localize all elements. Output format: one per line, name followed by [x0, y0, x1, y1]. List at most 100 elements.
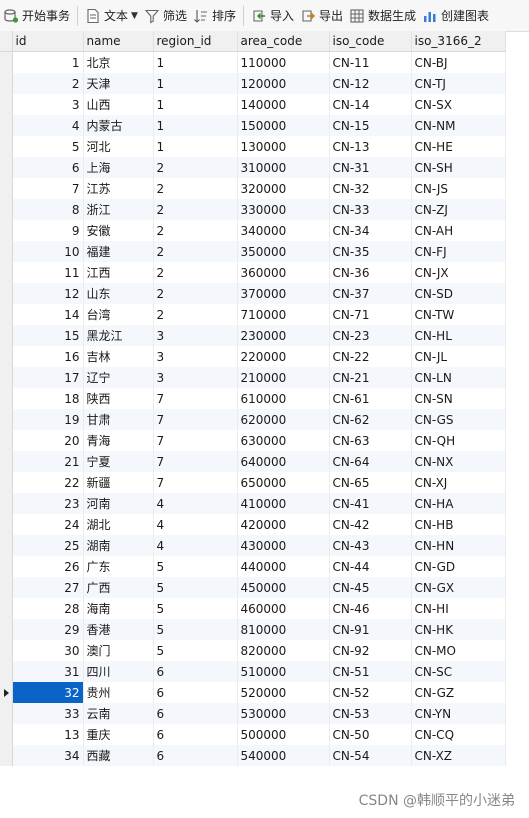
table-row[interactable]: 18 陕西 7 610000 CN-61 CN-SN — [0, 388, 506, 409]
cell-iso-3166-2[interactable]: CN-SX — [411, 94, 506, 115]
cell-id[interactable]: 31 — [12, 661, 84, 682]
row-indicator[interactable] — [0, 724, 13, 745]
cell-area-code[interactable]: 420000 — [237, 514, 330, 535]
cell-iso-3166-2[interactable]: CN-NX — [411, 451, 506, 472]
table-row[interactable]: 13 重庆 6 500000 CN-50 CN-CQ — [0, 724, 506, 745]
cell-id[interactable]: 23 — [12, 493, 84, 514]
cell-iso-3166-2[interactable]: CN-TJ — [411, 73, 506, 94]
cell-area-code[interactable]: 370000 — [237, 283, 330, 304]
cell-region-id[interactable]: 4 — [153, 514, 238, 535]
row-indicator[interactable] — [0, 241, 13, 262]
column-header-area-code[interactable]: area_code — [237, 31, 330, 52]
table-row[interactable]: 4 内蒙古 1 150000 CN-15 CN-NM — [0, 115, 506, 136]
cell-area-code[interactable]: 810000 — [237, 619, 330, 640]
row-indicator[interactable] — [0, 640, 13, 661]
cell-iso-code[interactable]: CN-42 — [329, 514, 412, 535]
cell-iso-3166-2[interactable]: CN-YN — [411, 703, 506, 724]
cell-name[interactable]: 澳门 — [83, 640, 154, 661]
row-indicator[interactable] — [0, 430, 13, 451]
cell-area-code[interactable]: 640000 — [237, 451, 330, 472]
table-row[interactable]: 21 宁夏 7 640000 CN-64 CN-NX — [0, 451, 506, 472]
cell-region-id[interactable]: 6 — [153, 661, 238, 682]
cell-id[interactable]: 28 — [12, 598, 84, 619]
cell-area-code[interactable]: 410000 — [237, 493, 330, 514]
cell-name[interactable]: 江西 — [83, 262, 154, 283]
cell-iso-3166-2[interactable]: CN-AH — [411, 220, 506, 241]
cell-iso-code[interactable]: CN-91 — [329, 619, 412, 640]
cell-id[interactable]: 17 — [12, 367, 84, 388]
table-row[interactable]: 15 黑龙江 3 230000 CN-23 CN-HL — [0, 325, 506, 346]
cell-iso-3166-2[interactable]: CN-HN — [411, 535, 506, 556]
cell-area-code[interactable]: 110000 — [237, 51, 330, 73]
cell-region-id[interactable]: 7 — [153, 388, 238, 409]
column-header-region-id[interactable]: region_id — [153, 31, 238, 52]
table-row[interactable]: 26 广东 5 440000 CN-44 CN-GD — [0, 556, 506, 577]
cell-iso-3166-2[interactable]: CN-HB — [411, 514, 506, 535]
cell-id[interactable]: 24 — [12, 514, 84, 535]
cell-region-id[interactable]: 5 — [153, 598, 238, 619]
cell-area-code[interactable]: 540000 — [237, 745, 330, 766]
sort-button[interactable]: 排序 — [190, 0, 239, 31]
cell-iso-code[interactable]: CN-50 — [329, 724, 412, 745]
cell-region-id[interactable]: 2 — [153, 178, 238, 199]
cell-name[interactable]: 云南 — [83, 703, 154, 724]
table-row[interactable]: 12 山东 2 370000 CN-37 CN-SD — [0, 283, 506, 304]
cell-iso-3166-2[interactable]: CN-JX — [411, 262, 506, 283]
column-header-name[interactable]: name — [83, 31, 154, 52]
cell-region-id[interactable]: 3 — [153, 325, 238, 346]
row-indicator[interactable] — [0, 535, 13, 556]
row-indicator[interactable] — [0, 94, 13, 115]
cell-id[interactable]: 10 — [12, 241, 84, 262]
cell-name[interactable]: 上海 — [83, 157, 154, 178]
cell-iso-code[interactable]: CN-43 — [329, 535, 412, 556]
cell-iso-3166-2[interactable]: CN-NM — [411, 115, 506, 136]
cell-area-code[interactable]: 130000 — [237, 136, 330, 157]
table-row[interactable]: 5 河北 1 130000 CN-13 CN-HE — [0, 136, 506, 157]
cell-name[interactable]: 青海 — [83, 430, 154, 451]
row-indicator[interactable] — [0, 178, 13, 199]
cell-region-id[interactable]: 1 — [153, 94, 238, 115]
cell-area-code[interactable]: 530000 — [237, 703, 330, 724]
cell-iso-3166-2[interactable]: CN-GD — [411, 556, 506, 577]
row-indicator[interactable] — [0, 556, 13, 577]
table-row[interactable]: 17 辽宁 3 210000 CN-21 CN-LN — [0, 367, 506, 388]
row-indicator[interactable] — [0, 451, 13, 472]
cell-name[interactable]: 香港 — [83, 619, 154, 640]
cell-iso-code[interactable]: CN-12 — [329, 73, 412, 94]
cell-area-code[interactable]: 320000 — [237, 178, 330, 199]
cell-region-id[interactable]: 1 — [153, 73, 238, 94]
cell-iso-3166-2[interactable]: CN-LN — [411, 367, 506, 388]
cell-iso-code[interactable]: CN-45 — [329, 577, 412, 598]
row-indicator[interactable] — [0, 514, 13, 535]
cell-id[interactable]: 29 — [12, 619, 84, 640]
row-indicator[interactable] — [0, 493, 13, 514]
row-indicator[interactable] — [0, 51, 13, 73]
cell-name[interactable]: 海南 — [83, 598, 154, 619]
cell-area-code[interactable]: 230000 — [237, 325, 330, 346]
cell-iso-3166-2[interactable]: CN-XZ — [411, 745, 506, 766]
cell-name[interactable]: 江苏 — [83, 178, 154, 199]
cell-iso-code[interactable]: CN-41 — [329, 493, 412, 514]
cell-iso-3166-2[interactable]: CN-SD — [411, 283, 506, 304]
cell-id[interactable]: 25 — [12, 535, 84, 556]
row-indicator[interactable] — [0, 73, 13, 94]
cell-iso-3166-2[interactable]: CN-HA — [411, 493, 506, 514]
cell-area-code[interactable]: 440000 — [237, 556, 330, 577]
cell-area-code[interactable]: 430000 — [237, 535, 330, 556]
table-row[interactable]: 9 安徽 2 340000 CN-34 CN-AH — [0, 220, 506, 241]
table-row[interactable]: 10 福建 2 350000 CN-35 CN-FJ — [0, 241, 506, 262]
cell-iso-code[interactable]: CN-23 — [329, 325, 412, 346]
table-row[interactable]: 8 浙江 2 330000 CN-33 CN-ZJ — [0, 199, 506, 220]
row-indicator[interactable] — [0, 409, 13, 430]
cell-area-code[interactable]: 310000 — [237, 157, 330, 178]
table-row[interactable]: 32 贵州 6 520000 CN-52 CN-GZ — [0, 682, 506, 703]
cell-name[interactable]: 台湾 — [83, 304, 154, 325]
cell-id[interactable]: 1 — [12, 51, 84, 73]
cell-name[interactable]: 四川 — [83, 661, 154, 682]
cell-name[interactable]: 广东 — [83, 556, 154, 577]
cell-area-code[interactable]: 610000 — [237, 388, 330, 409]
cell-region-id[interactable]: 2 — [153, 304, 238, 325]
row-indicator[interactable] — [0, 577, 13, 598]
cell-iso-3166-2[interactable]: CN-HL — [411, 325, 506, 346]
cell-id[interactable]: 7 — [12, 178, 84, 199]
